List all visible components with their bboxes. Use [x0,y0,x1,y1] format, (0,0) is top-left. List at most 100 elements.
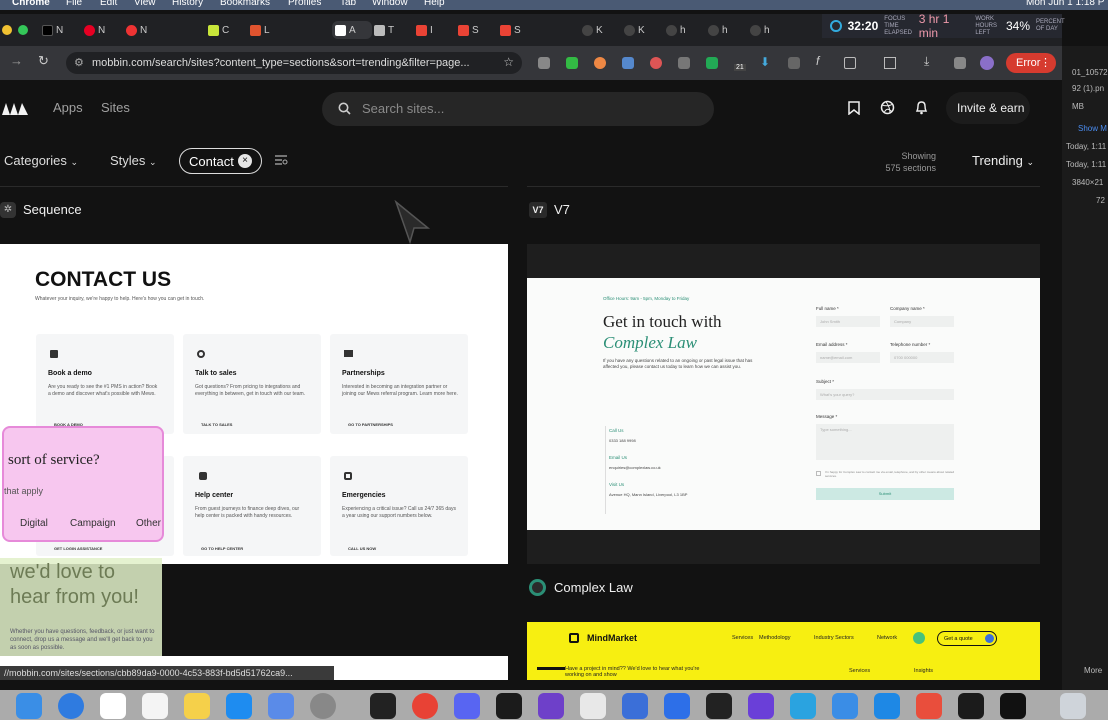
notification-bell-icon[interactable] [915,100,928,115]
company-input[interactable]: Company [890,316,954,327]
mm-nav-network[interactable]: Network [877,635,897,641]
browser-tab[interactable]: h [666,21,706,39]
browser-tab[interactable]: h [750,21,790,39]
section-card-complex-law[interactable]: MindMarket Services Methodology Industry… [527,622,1040,680]
message-textarea[interactable]: Type something... [816,424,954,460]
extension-icon[interactable] [538,57,550,69]
email-field[interactable]: name@email.com [816,352,880,363]
dock-app-icon[interactable] [664,693,690,719]
service-overlay-card[interactable]: sort of service? that apply Digital Camp… [2,426,164,542]
chrome-icon[interactable] [412,693,438,719]
get-quote-button[interactable]: Get a quote [937,631,997,646]
option-link[interactable]: CALL US NOW [348,546,376,551]
menu-edit[interactable]: Edit [100,0,117,8]
bookmark-star-icon[interactable]: ☆ [503,55,514,69]
menu-bookmarks[interactable]: Bookmarks [220,0,270,8]
github-icon[interactable] [538,693,564,719]
contact-filter-chip[interactable]: Contact × [179,148,262,174]
dock-app-icon[interactable] [916,693,942,719]
service-option-digital[interactable]: Digital [20,518,48,529]
browser-tab[interactable]: K [624,21,664,39]
browser-tab[interactable]: N [84,21,124,39]
browser-tab-active[interactable]: A [332,21,372,39]
browser-tab[interactable]: N [42,21,82,39]
menu-profiles[interactable]: Profiles [288,0,321,8]
extension-icon[interactable] [594,57,606,69]
extension-icon[interactable] [678,57,690,69]
extension-icon[interactable] [566,57,578,69]
nav-apps[interactable]: Apps [53,100,83,115]
invite-earn-button[interactable]: Invite & earn [946,92,1030,124]
zoom-window-dot[interactable] [18,25,28,35]
sort-dropdown[interactable]: Trending ⌄ [968,148,1034,174]
browser-tab[interactable]: S [500,21,540,39]
dock-app-icon[interactable] [958,693,984,719]
full-name-input[interactable]: John Smith [816,316,880,327]
extension-icon[interactable] [650,57,662,69]
xcode-icon[interactable] [268,693,294,719]
figma-icon[interactable] [496,693,522,719]
nav-sites[interactable]: Sites [101,100,130,115]
forward-icon[interactable]: → [10,53,23,68]
reload-icon[interactable]: ↻ [38,53,49,69]
mm-nav-services[interactable]: Services [732,635,753,641]
trash-icon[interactable] [1060,693,1086,719]
dock-app-icon[interactable] [874,693,900,719]
download-icon[interactable]: ⬇ [760,55,770,69]
site-info-icon[interactable]: ⚙ [74,56,84,69]
extension-icon[interactable] [788,57,800,69]
browser-tab[interactable]: h [708,21,748,39]
notes-icon[interactable] [184,693,210,719]
option-link[interactable]: GO TO PARTNERSHIPS [348,422,393,427]
menu-view[interactable]: View [134,0,156,8]
extension-icon[interactable] [954,57,966,69]
subject-input[interactable]: What's your query? [816,389,954,400]
app-store-icon[interactable] [226,693,252,719]
panel-more[interactable]: More [1084,666,1102,675]
extension-icon[interactable] [622,57,634,69]
function-icon[interactable]: f [816,54,819,68]
mm-nav-sectors[interactable]: Industry Sectors [814,635,854,641]
extensions-puzzle-icon[interactable] [844,57,856,69]
side-panel-icon[interactable] [884,57,896,69]
hello-overlay-card[interactable]: we'd love to hear from you! Whether you … [0,558,162,656]
dock-app-icon[interactable] [832,693,858,719]
profile-avatar[interactable] [980,56,994,70]
dribbble-ball-icon[interactable] [880,100,895,115]
consent-checkbox[interactable] [816,471,821,476]
browser-tab[interactable]: T [374,21,414,39]
panel-show-more[interactable]: Show M [1078,124,1107,133]
option-link[interactable]: GO TO HELP CENTER [201,546,243,551]
submit-button[interactable]: Submit [816,488,954,500]
mobbin-logo[interactable] [2,102,28,115]
browser-tab[interactable]: C [208,21,248,39]
calendar-app-icon[interactable] [100,693,126,719]
styles-filter[interactable]: Styles ⌄ [106,148,157,174]
browser-tab[interactable]: I [416,21,456,39]
menu-help[interactable]: Help [424,0,445,8]
menu-app-name[interactable]: Chrome [12,0,50,8]
bookmark-icon[interactable] [848,101,860,115]
browser-tab[interactable]: K [582,21,622,39]
menu-file[interactable]: File [66,0,82,8]
downloads-icon[interactable]: ⤓ [924,54,929,69]
browser-tab[interactable]: S [458,21,498,39]
profile-error-button[interactable]: Error ⋮ [1006,53,1056,73]
menu-history[interactable]: History [172,0,203,8]
option-link[interactable]: TALK TO SALES [201,422,232,427]
mm-nav-methodology[interactable]: Methodology [759,635,791,641]
browser-tab[interactable]: L [250,21,290,39]
phone-input[interactable]: 0700 000000 [890,352,954,363]
reminders-icon[interactable] [142,693,168,719]
service-option-campaign[interactable]: Campaign [70,518,116,529]
dock-app-icon[interactable] [580,693,606,719]
telegram-icon[interactable] [790,693,816,719]
clear-filter-icon[interactable]: × [238,154,252,168]
service-option-other[interactable]: Other [136,518,161,529]
browser-tab[interactable]: N [126,21,166,39]
menu-tab[interactable]: Tab [340,0,356,8]
menu-window[interactable]: Window [372,0,408,8]
menu-circle-icon[interactable] [913,632,925,644]
notion-icon[interactable] [370,693,396,719]
search-input[interactable]: Search sites... [322,92,714,126]
